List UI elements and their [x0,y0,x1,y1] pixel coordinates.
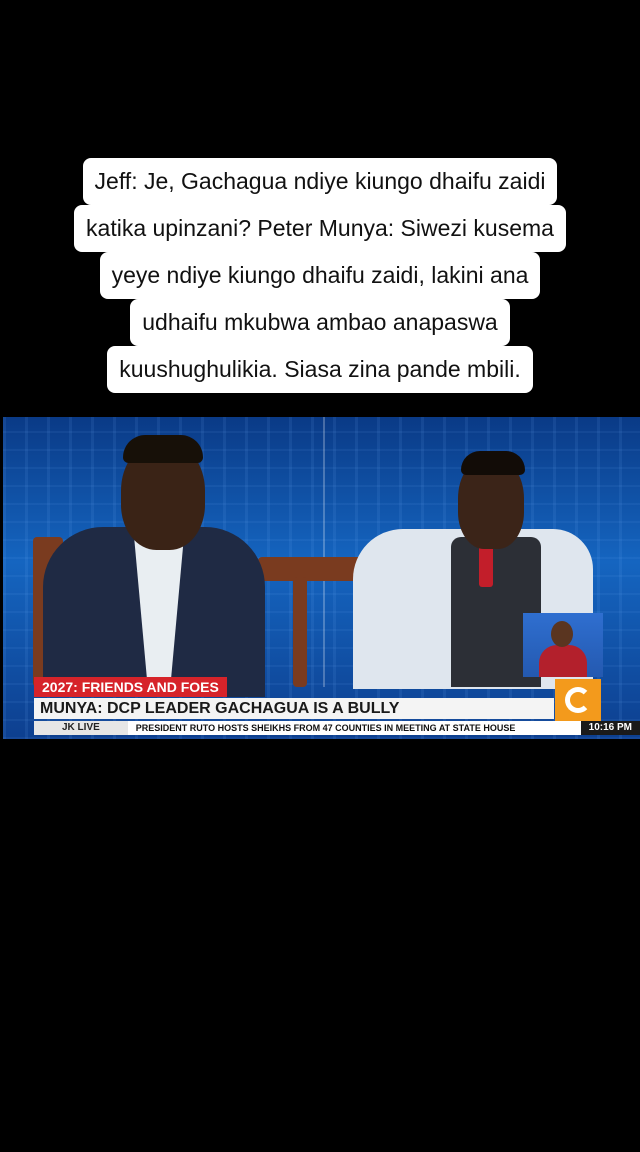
ticker-text: PRESIDENT RUTO HOSTS SHEIKHS FROM 47 COU… [135,723,516,733]
ticker-label: JK LIVE [34,721,128,735]
caption-line: kuushughulikia. Siasa zina pande mbili. [107,346,533,393]
video-frame[interactable]: 2027: FRIENDS AND FOES MUNYA: DCP LEADER… [3,417,640,739]
news-ticker: JK LIVE PRESIDENT RUTO HOSTS SHEIKHS FRO… [34,721,640,735]
channel-logo-icon [555,679,601,721]
caption-overlay: Jeff: Je, Gachagua ndiye kiungo dhaifu z… [0,158,640,393]
caption-line: yeye ndiye kiungo dhaifu zaidi, lakini a… [99,252,541,299]
news-headline: MUNYA: DCP LEADER GACHAGUA IS A BULLY [34,698,554,719]
sign-language-interpreter [523,613,603,677]
broadcast-time: 10:16 PM [580,721,640,735]
split-screen-divider [323,417,325,687]
caption-line: Jeff: Je, Gachagua ndiye kiungo dhaifu z… [82,158,558,205]
caption-line: katika upinzani? Peter Munya: Siwezi kus… [74,205,566,252]
chair [293,577,307,687]
segment-tag: 2027: FRIENDS AND FOES [34,677,227,697]
caption-line: udhaifu mkubwa ambao anapaswa [130,299,510,346]
